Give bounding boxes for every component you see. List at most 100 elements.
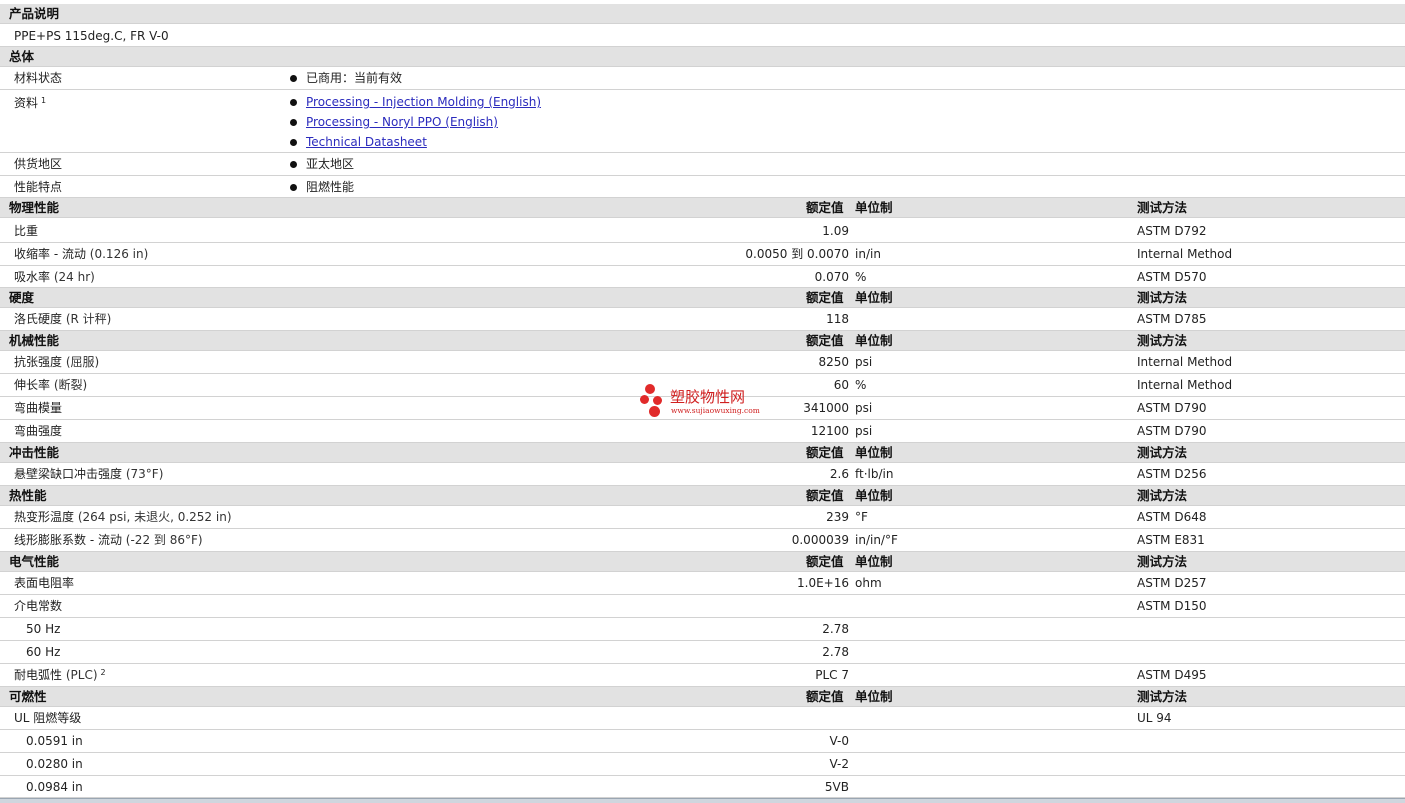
property-label: 悬壁梁缺口冲击强度 (73°F) bbox=[14, 467, 163, 482]
property-condition: (断裂) bbox=[53, 378, 88, 392]
property-name: 吸水率 bbox=[14, 270, 51, 284]
header-nominal: 额定值 bbox=[806, 488, 844, 503]
footnote-ref: 2 bbox=[100, 668, 106, 677]
property-value: 8250 bbox=[818, 355, 849, 369]
property-value: 0.070 bbox=[814, 270, 849, 284]
property-name: 50 Hz bbox=[26, 622, 61, 636]
property-label: 介电常数 bbox=[14, 599, 62, 614]
property-condition: (PLC) bbox=[65, 668, 98, 682]
property-value: 1.09 bbox=[822, 224, 849, 238]
row-value: 已商用：当前有效 bbox=[306, 71, 403, 85]
property-row: 耐电弧性 (PLC) 2 PLC 7 ASTM D495 bbox=[0, 664, 1405, 687]
property-method: ASTM D785 bbox=[1137, 312, 1207, 326]
property-name: 0.0280 in bbox=[26, 757, 83, 771]
watermark-logo: 塑胶物性网 www.sujiaowuxing.com bbox=[640, 382, 770, 422]
section-header-mechanical: 机械性能 额定值 单位制 测试方法 bbox=[0, 331, 1405, 351]
header-unit: 单位制 bbox=[855, 554, 893, 569]
header-unit: 单位制 bbox=[855, 200, 893, 215]
property-method: ASTM E831 bbox=[1137, 533, 1205, 547]
section-header-flammability: 可燃性 额定值 单位制 测试方法 bbox=[0, 687, 1405, 707]
property-row: 50 Hz 2.78 bbox=[0, 618, 1405, 641]
property-method: Internal Method bbox=[1137, 355, 1233, 369]
property-value: 341000 bbox=[803, 401, 849, 415]
section-title: 热性能 bbox=[9, 488, 47, 503]
header-unit: 单位制 bbox=[855, 445, 893, 460]
doc-link-technical-datasheet[interactable]: Technical Datasheet bbox=[306, 135, 427, 150]
property-name: 60 Hz bbox=[26, 645, 61, 659]
property-name: 介电常数 bbox=[14, 599, 63, 613]
property-label: 抗张强度 (屈服) bbox=[14, 355, 99, 370]
property-unit: °F bbox=[855, 510, 868, 524]
property-condition: (264 psi, 未退火, 0.252 in) bbox=[77, 510, 232, 524]
property-value: 0.000039 bbox=[791, 533, 849, 547]
property-label: 0.0591 in bbox=[26, 734, 83, 749]
property-label: 线形膨胀系数 - 流动 (-22 到 86°F) bbox=[14, 533, 203, 548]
property-row: 抗张强度 (屈服) 8250 psi Internal Method bbox=[0, 351, 1405, 374]
doc-link-noryl-ppo[interactable]: Processing - Noryl PPO (English) bbox=[306, 115, 498, 130]
section-header-physical: 物理性能 额定值 单位制 测试方法 bbox=[0, 198, 1405, 218]
property-unit: psi bbox=[855, 401, 873, 415]
property-value: 60 bbox=[833, 378, 849, 392]
property-method: ASTM D570 bbox=[1137, 270, 1207, 284]
property-name: 抗张强度 bbox=[14, 355, 63, 369]
general-material-status-row: 材料状态 已商用：当前有效 bbox=[0, 67, 1405, 90]
bullet-icon bbox=[290, 75, 297, 82]
section-title: 物理性能 bbox=[9, 200, 60, 215]
property-label: 弯曲模量 bbox=[14, 401, 62, 416]
property-unit: % bbox=[855, 270, 867, 284]
property-method: ASTM D257 bbox=[1137, 576, 1207, 590]
doc-link-injection-molding[interactable]: Processing - Injection Molding (English) bbox=[306, 95, 541, 110]
property-name: 悬壁梁缺口冲击强度 bbox=[14, 467, 123, 481]
header-method: 测试方法 bbox=[1137, 290, 1188, 305]
row-label: 供货地区 bbox=[14, 157, 63, 171]
property-value: PLC 7 bbox=[815, 668, 849, 682]
header-method: 测试方法 bbox=[1137, 200, 1188, 215]
property-method: ASTM D495 bbox=[1137, 668, 1207, 682]
section-header-thermal: 热性能 额定值 单位制 测试方法 bbox=[0, 486, 1405, 506]
property-value: V-0 bbox=[829, 734, 849, 748]
general-docs-row: 资料 1 Processing - Injection Molding (Engl… bbox=[0, 90, 1405, 153]
property-value: 0.0050 到 0.0070 bbox=[745, 247, 849, 261]
header-unit: 单位制 bbox=[855, 333, 893, 348]
property-condition: (73°F) bbox=[125, 467, 164, 481]
property-name: 洛氏硬度 bbox=[14, 312, 63, 326]
property-name: 0.0984 in bbox=[26, 780, 83, 794]
header-nominal: 额定值 bbox=[806, 200, 844, 215]
header-method: 测试方法 bbox=[1137, 333, 1188, 348]
header-nominal: 额定值 bbox=[806, 445, 844, 460]
property-row: 表面电阻率 1.0E+16 ohm ASTM D257 bbox=[0, 572, 1405, 595]
property-method: ASTM D256 bbox=[1137, 467, 1207, 481]
section-title: 硬度 bbox=[9, 290, 35, 305]
property-label: 吸水率 (24 hr) bbox=[14, 270, 95, 285]
property-value: 118 bbox=[826, 312, 849, 326]
header-method: 测试方法 bbox=[1137, 689, 1188, 704]
property-method: ASTM D790 bbox=[1137, 401, 1207, 415]
property-value: 2.6 bbox=[829, 467, 849, 481]
header-nominal: 额定值 bbox=[806, 689, 844, 704]
section-header-impact: 冲击性能 额定值 单位制 测试方法 bbox=[0, 443, 1405, 463]
property-label: 弯曲强度 bbox=[14, 424, 62, 439]
section-header-product-desc: 产品说明 bbox=[0, 4, 1405, 24]
property-name: 热变形温度 bbox=[14, 510, 75, 524]
header-unit: 单位制 bbox=[855, 290, 893, 305]
header-method: 测试方法 bbox=[1137, 554, 1188, 569]
property-condition: (R 计秤) bbox=[65, 312, 112, 326]
property-value: V-2 bbox=[829, 757, 849, 771]
section-title: 产品说明 bbox=[9, 6, 60, 21]
property-label: 60 Hz bbox=[26, 645, 60, 660]
property-label: 伸长率 (断裂) bbox=[14, 378, 87, 393]
property-row: 弯曲强度 12100 psi ASTM D790 bbox=[0, 420, 1405, 443]
section-title: 冲击性能 bbox=[9, 445, 60, 460]
bottom-scrollbar[interactable] bbox=[0, 798, 1405, 803]
property-row: 热变形温度 (264 psi, 未退火, 0.252 in) 239 °F ASTM … bbox=[0, 506, 1405, 529]
section-title: 总体 bbox=[9, 49, 35, 64]
property-label: 耐电弧性 (PLC) 2 bbox=[14, 668, 106, 683]
property-label: 表面电阻率 bbox=[14, 576, 74, 591]
property-label: 0.0280 in bbox=[26, 757, 83, 772]
property-name: 耐电弧性 bbox=[14, 668, 63, 682]
bullet-icon bbox=[290, 161, 297, 168]
bullet-icon bbox=[290, 99, 297, 106]
property-row: 悬壁梁缺口冲击强度 (73°F) 2.6 ft·lb/in ASTM D256 bbox=[0, 463, 1405, 486]
header-nominal: 额定值 bbox=[806, 554, 844, 569]
property-name: 表面电阻率 bbox=[14, 576, 75, 590]
